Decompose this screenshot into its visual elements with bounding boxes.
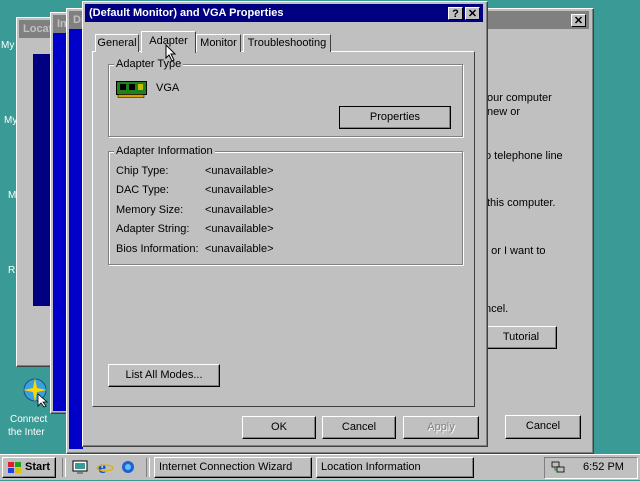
- start-button[interactable]: Start: [2, 457, 56, 478]
- wizard-cancel-button[interactable]: Cancel: [505, 415, 581, 439]
- connect-internet-label-2: the Inter: [8, 427, 45, 438]
- properties-dialog[interactable]: (Default Monitor) and VGA Properties ? ✕…: [82, 1, 488, 447]
- mouse-cursor: [165, 43, 177, 65]
- tab-troubleshooting[interactable]: Troubleshooting: [243, 34, 331, 52]
- chip-type-label: Chip Type:: [116, 165, 169, 177]
- adapter-string-label: Adapter String:: [116, 223, 190, 235]
- task-location-information[interactable]: Location Information: [316, 457, 474, 478]
- tab-monitor[interactable]: Monitor: [196, 34, 241, 52]
- wizard-text-2: new or: [487, 106, 521, 118]
- desktop-label-r[interactable]: R: [8, 265, 15, 276]
- tutorial-button[interactable]: Tutorial: [485, 326, 557, 349]
- tab-general[interactable]: General: [95, 34, 139, 52]
- chip-type-value: <unavailable>: [205, 165, 274, 177]
- help-button[interactable]: ?: [448, 7, 463, 20]
- network-tray-icon[interactable]: [551, 459, 567, 478]
- bios-info-label: Bios Information:: [116, 243, 199, 255]
- wizard-text-5: , or I want to: [485, 245, 546, 257]
- taskbar: Start e Internet Connection Wizard Locat…: [0, 454, 640, 480]
- task-separator: [146, 458, 150, 477]
- list-all-modes-button[interactable]: List All Modes...: [108, 364, 220, 387]
- bios-info-value: <unavailable>: [205, 243, 274, 255]
- cancel-button[interactable]: Cancel: [322, 416, 396, 439]
- dac-type-label: DAC Type:: [116, 184, 169, 196]
- connect-internet-icon[interactable]: [20, 376, 50, 408]
- wizard-text-4: this computer.: [487, 197, 556, 209]
- wizard-close-button[interactable]: ✕: [571, 14, 586, 27]
- connect-internet-label: Connect: [10, 414, 48, 425]
- adapter-card-icon: [116, 80, 148, 101]
- desktop-quicklaunch-icon[interactable]: [72, 459, 88, 478]
- ok-button[interactable]: OK: [242, 416, 316, 439]
- close-button[interactable]: ✕: [465, 7, 480, 20]
- memory-size-value: <unavailable>: [205, 204, 274, 216]
- desktop-label-my-computer[interactable]: My: [1, 40, 14, 51]
- adapter-string-value: <unavailable>: [205, 223, 274, 235]
- memory-size-label: Memory Size:: [116, 204, 184, 216]
- system-tray: 6:52 PM: [544, 457, 638, 479]
- svg-text:e: e: [98, 458, 106, 476]
- adapter-name: VGA: [156, 82, 180, 94]
- wizard-left-panel: [69, 29, 83, 449]
- clock[interactable]: 6:52 PM: [583, 461, 624, 473]
- wizard-text-3: o telephone line: [485, 150, 563, 162]
- dac-type-value: <unavailable>: [205, 184, 274, 196]
- apply-button[interactable]: Apply: [403, 416, 479, 439]
- dialog-title[interactable]: (Default Monitor) and VGA Properties: [85, 4, 483, 22]
- task-internet-connection-wizard[interactable]: Internet Connection Wizard: [154, 457, 312, 478]
- adapter-info-label: Adapter Information: [114, 145, 215, 157]
- channels-icon[interactable]: [120, 459, 136, 478]
- wizard-text-1: our computer: [487, 92, 552, 104]
- quicklaunch-separator: [62, 458, 66, 477]
- windows-logo-icon: [7, 461, 22, 481]
- internet-explorer-icon[interactable]: e: [96, 457, 114, 479]
- wizard-text-6: ncel.: [485, 303, 509, 315]
- start-label: Start: [25, 461, 51, 473]
- properties-button[interactable]: Properties: [339, 106, 451, 129]
